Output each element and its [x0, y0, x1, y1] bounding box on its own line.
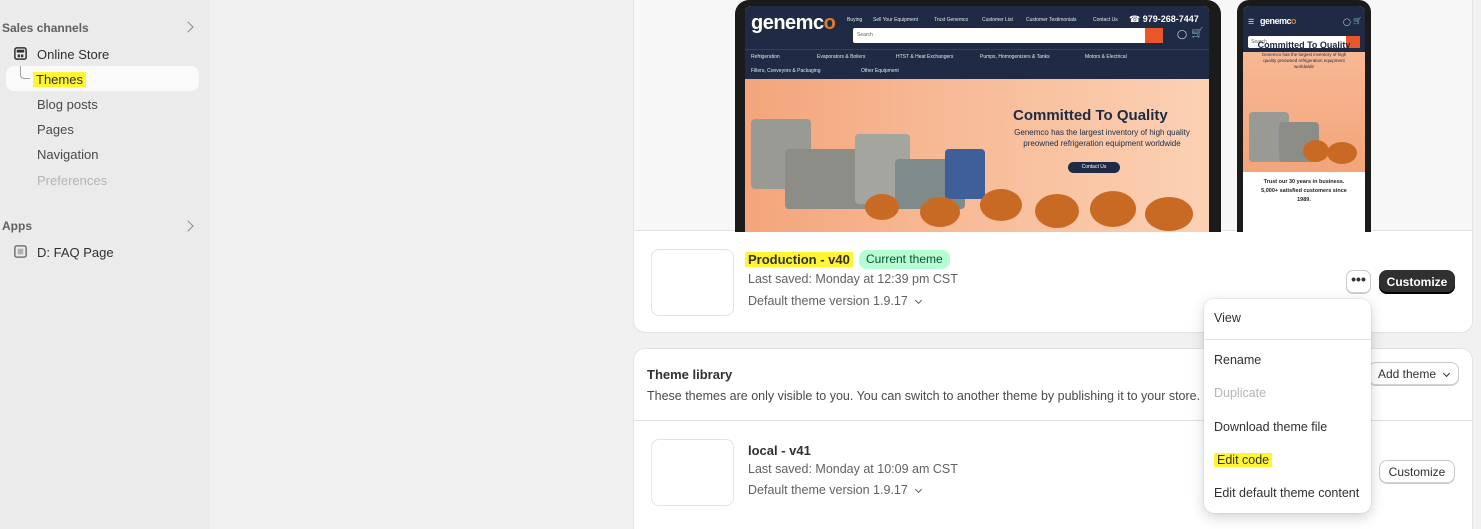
- menu-link: Other Equipment: [861, 68, 899, 74]
- sidebar-item-label: Themes: [33, 72, 86, 87]
- customize-button[interactable]: Customize: [1379, 460, 1455, 484]
- menu-item-rename[interactable]: Rename: [1214, 353, 1261, 367]
- account-icon: ◯: [1343, 19, 1351, 26]
- trust-line: 1989.: [1297, 197, 1311, 203]
- mobile-trust-text: Trust our 30 years in business. 5,000+ s…: [1243, 178, 1365, 205]
- chevron-down-icon: [914, 485, 922, 494]
- current-theme-version[interactable]: Default theme version 1.9.17: [748, 294, 922, 308]
- sidebar-item-preferences[interactable]: Preferences: [37, 173, 107, 188]
- app-icon: [14, 245, 27, 258]
- topnav-link: Contact Us: [1093, 17, 1118, 23]
- sidebar-item-blog-posts[interactable]: Blog posts: [37, 97, 98, 112]
- menu-item-view[interactable]: View: [1214, 311, 1241, 325]
- chevron-down-icon: [914, 296, 922, 305]
- menu-item-edit-default-theme-content[interactable]: Edit default theme content: [1214, 486, 1359, 500]
- trust-line: 5,000+ satisfied customers since: [1261, 188, 1347, 194]
- cart-icon: 🛒: [1191, 28, 1204, 39]
- mobile-hero: [1243, 52, 1365, 172]
- menu-link: HTST & Heat Exchangers: [896, 54, 954, 60]
- hero-subtitle: Genemco has the largest inventory of hig…: [1014, 128, 1190, 148]
- theme-thumbnail: [651, 249, 734, 316]
- tree-connector: [20, 66, 30, 79]
- theme-last-saved: Last saved: Monday at 10:09 am CST: [748, 462, 958, 476]
- apps-heading[interactable]: Apps: [2, 219, 32, 233]
- theme-version[interactable]: Default theme version 1.9.17: [748, 483, 922, 497]
- site-menu: Refrigeration Evaporators & Boilers HTST…: [745, 49, 1209, 79]
- customize-button[interactable]: Customize: [1379, 270, 1455, 294]
- hero-title: Committed To Quality: [1013, 107, 1168, 124]
- hero-banner: Committed To Quality Genemco has the lar…: [745, 79, 1209, 232]
- site-header: genemco Buying Sell Your Equipment Trust…: [745, 6, 1209, 49]
- current-theme-last-saved: Last saved: Monday at 12:39 pm CST: [748, 272, 958, 286]
- topnav-link: Customer Testimonials: [1026, 17, 1077, 23]
- menu-icon: ☰: [1248, 19, 1255, 26]
- chevron-right-icon[interactable]: [182, 220, 194, 232]
- sidebar-item-navigation[interactable]: Navigation: [37, 147, 98, 162]
- mobile-screen: ☰ genemco ◯ 🛒 Search Committed To Qualit…: [1243, 6, 1365, 232]
- menu-link: Fillers, Conveyors & Packaging: [751, 68, 821, 74]
- sales-channels-heading[interactable]: Sales channels: [2, 21, 89, 35]
- topnav-link: Customer List: [982, 17, 1013, 23]
- trust-line: Trust our 30 years in business.: [1263, 179, 1345, 185]
- hero-button: Contact Us: [1068, 162, 1120, 173]
- sidebar-item-themes[interactable]: Themes: [33, 72, 86, 87]
- menu-item-label: Edit code: [1214, 453, 1273, 467]
- chevron-right-icon[interactable]: [182, 21, 194, 33]
- theme-name: local - v41: [748, 443, 811, 458]
- menu-item-edit-code[interactable]: Edit code: [1214, 453, 1273, 467]
- site-logo: genemco: [751, 12, 836, 34]
- theme-library-description: These themes are only visible to you. Yo…: [647, 389, 1201, 403]
- current-theme-name: Production - v40: [745, 252, 853, 267]
- sidebar-item-faq-page[interactable]: D: FAQ Page: [37, 245, 114, 260]
- mobile-preview[interactable]: ☰ genemco ◯ 🛒 Search Committed To Qualit…: [1237, 0, 1371, 232]
- site-search: Search: [853, 28, 1163, 43]
- more-actions-button[interactable]: •••: [1346, 270, 1371, 294]
- topnav-link: Buying: [847, 17, 863, 23]
- sidebar-item-pages[interactable]: Pages: [37, 122, 74, 137]
- menu-divider: [1204, 339, 1371, 340]
- mobile-hero-subtitle: Genemco has the largest inventory of hig…: [1261, 52, 1347, 69]
- desktop-preview[interactable]: genemco Buying Sell Your Equipment Trust…: [735, 0, 1221, 232]
- sidebar: Sales channels Online Store Themes Blog …: [0, 0, 210, 529]
- current-theme-badge: Current theme: [859, 250, 950, 269]
- menu-link: Pumps, Homogenizers & Tanks: [980, 54, 1050, 60]
- menu-link: Evaporators & Boilers: [817, 54, 866, 60]
- menu-link: Refrigeration: [751, 54, 780, 60]
- desktop-screen: genemco Buying Sell Your Equipment Trust…: [745, 6, 1209, 232]
- topnav-link: Sell Your Equipment: [873, 17, 919, 23]
- mobile-hero-title: Committed To Quality: [1257, 40, 1351, 50]
- sidebar-item-online-store[interactable]: Online Store: [37, 47, 109, 62]
- topnav-link: Trust Genemco: [934, 17, 969, 23]
- theme-actions-menu: View Rename Duplicate Download theme fil…: [1204, 299, 1371, 513]
- phone-number: ☎ 979-268-7447: [1129, 14, 1199, 24]
- mobile-logo: genemco: [1260, 16, 1297, 26]
- menu-item-duplicate[interactable]: Duplicate: [1214, 386, 1266, 400]
- menu-item-download-theme-file[interactable]: Download theme file: [1214, 420, 1327, 434]
- cart-icon: 🛒: [1353, 18, 1362, 25]
- menu-link: Motors & Electrical: [1085, 54, 1127, 60]
- store-icon: [14, 47, 27, 60]
- theme-thumbnail: [651, 439, 734, 506]
- theme-library-title: Theme library: [647, 367, 733, 382]
- account-icon: ◯: [1177, 29, 1188, 39]
- chevron-down-icon: [1442, 369, 1451, 378]
- add-theme-button[interactable]: Add theme: [1368, 362, 1459, 386]
